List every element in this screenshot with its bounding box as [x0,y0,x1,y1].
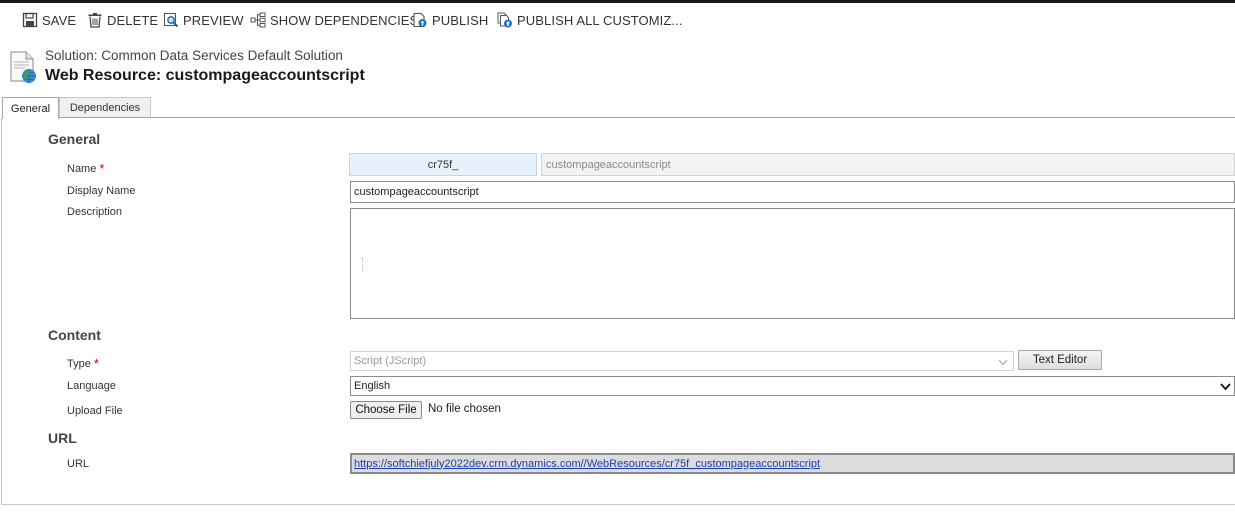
url-field: https://softchiefjuly2022dev.crm.dynamic… [350,453,1235,474]
url-label: URL [67,458,90,470]
choose-file-button[interactable]: Choose File [350,401,422,419]
trash-icon [87,12,103,28]
tab-dependencies[interactable]: Dependencies [59,97,151,118]
save-icon [22,12,38,28]
language-label: Language [67,380,116,392]
preview-label: PREVIEW [183,12,244,28]
type-field-label: Type * [67,355,99,371]
publish-button[interactable]: PUBLISH [412,9,488,31]
chevron-down-icon [1220,382,1231,394]
name-label-text: Name [67,163,97,175]
solution-subtitle: Solution: Common Data Services Default S… [45,48,343,63]
required-marker: * [93,356,99,371]
display-name-label: Display Name [67,185,136,197]
tab-general[interactable]: General [2,97,59,119]
section-url-heading: URL [48,430,77,446]
display-name-input[interactable]: custompageaccountscript [350,181,1235,203]
preview-magnifier-icon [163,12,179,28]
section-general-heading: General [48,131,101,147]
delete-button[interactable]: DELETE [87,9,158,31]
text-cursor [362,257,364,271]
dependencies-tree-icon [250,12,266,28]
save-label: SAVE [42,12,77,28]
name-prefix-field: cr75f_ [349,153,537,176]
description-textarea[interactable] [350,208,1235,319]
publish-all-label: PUBLISH ALL CUSTOMIZ... [517,12,683,28]
command-bar: SAVE DELETE PREVIEW SHOW DEPENDENCIES PU… [0,3,1235,39]
preview-button[interactable]: PREVIEW [163,9,244,31]
publish-all-icon [497,12,513,28]
name-field-label: Name * [67,160,105,176]
publish-all-customizations-button[interactable]: PUBLISH ALL CUSTOMIZ... [497,9,683,31]
save-button[interactable]: SAVE [22,9,76,31]
publish-label: PUBLISH [432,12,489,28]
language-select-value: English [354,380,391,392]
page-title: Web Resource: custompageaccountscript [45,67,365,84]
text-editor-button[interactable]: Text Editor [1018,350,1102,370]
type-select-value: Script (JScript) [354,355,427,367]
section-content-heading: Content [48,327,101,343]
publish-icon [412,12,428,28]
type-select: Script (JScript) [350,351,1014,371]
show-dependencies-label: SHOW DEPENDENCIES [270,12,419,28]
name-field: custompageaccountscript [541,153,1235,176]
upload-file-label: Upload File [67,405,123,417]
no-file-chosen-text: No file chosen [428,403,501,415]
web-resource-url-link[interactable]: https://softchiefjuly2022dev.crm.dynamic… [354,458,820,470]
show-dependencies-button[interactable]: SHOW DEPENDENCIES [250,9,418,31]
delete-label: DELETE [107,12,159,28]
required-marker: * [99,161,105,176]
web-resource-icon [9,51,39,85]
language-select[interactable]: English [350,376,1235,396]
chevron-down-icon [998,357,1008,369]
type-label-text: Type [67,358,91,370]
description-label: Description [67,206,123,218]
